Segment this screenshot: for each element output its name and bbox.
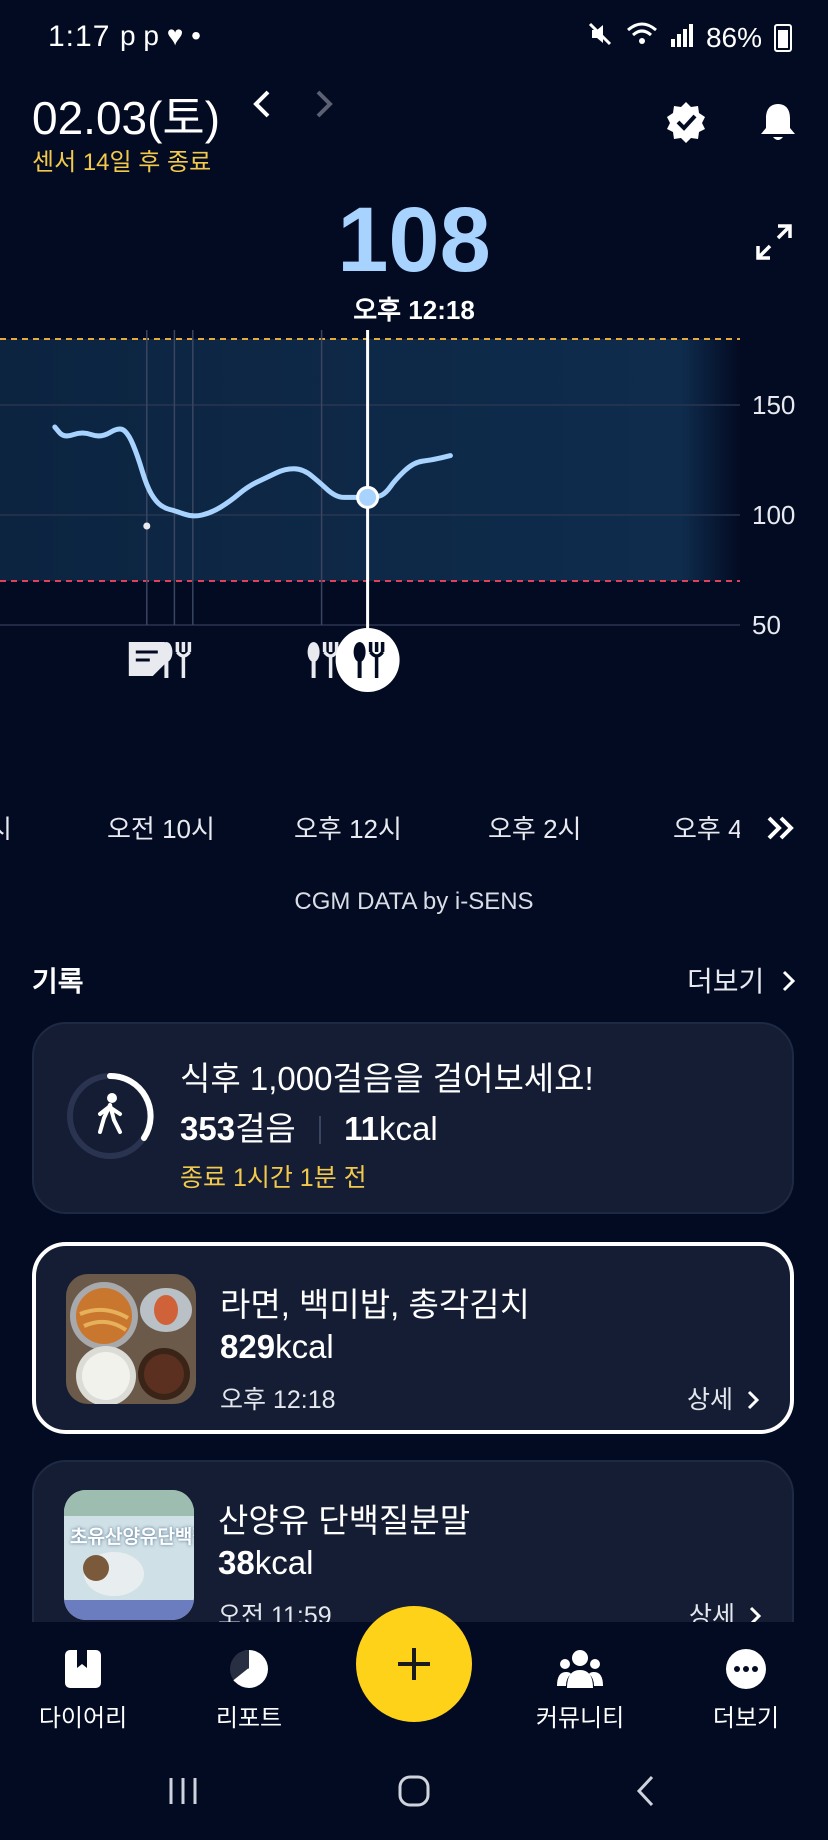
sensor-notice: 센서 14일 후 종료 bbox=[32, 149, 212, 176]
home-icon[interactable] bbox=[397, 1774, 431, 1808]
report-icon bbox=[179, 1646, 319, 1692]
selected-point[interactable] bbox=[356, 485, 380, 509]
recent-apps-icon[interactable] bbox=[166, 1774, 200, 1808]
plus-icon bbox=[398, 1648, 430, 1680]
bell-icon[interactable] bbox=[756, 100, 800, 149]
wifi-icon bbox=[626, 20, 658, 55]
status-right: 86% bbox=[586, 20, 792, 55]
fast-forward-icon[interactable] bbox=[766, 812, 796, 849]
meal-photo bbox=[66, 1274, 196, 1404]
system-nav-bar bbox=[0, 1760, 828, 1840]
meal-marker-icon[interactable] bbox=[335, 628, 400, 692]
diary-icon bbox=[13, 1646, 153, 1692]
meal-marker-icon[interactable] bbox=[160, 642, 192, 678]
glucose-time: 오후 12:18 bbox=[353, 295, 475, 325]
selected-marker-bg bbox=[335, 628, 400, 692]
mute-icon bbox=[586, 20, 614, 55]
meal-title: 산양유 단백질분말 bbox=[218, 1502, 471, 1539]
chevron-right-icon bbox=[749, 1606, 762, 1622]
meal-title: 라면, 백미밥, 총각김치 bbox=[220, 1286, 530, 1323]
meal-card-clip: 초유산양유단백질 산양유 단백질분말 38kcal 오전 11:59 상세 bbox=[0, 1460, 828, 1622]
glucose-chart[interactable]: 20015010050 시오전 10시오후 12시오후 2시오후 4시 bbox=[0, 330, 828, 850]
reading-dot bbox=[143, 522, 151, 530]
y-tick-label: 150 bbox=[752, 390, 795, 420]
meal-time: 오전 11:59 bbox=[218, 1602, 332, 1622]
walk-card-title: 식후 1,000걸음을 걸어보세요! bbox=[180, 1060, 594, 1097]
walk-progress-ring bbox=[64, 1070, 156, 1162]
community-icon bbox=[510, 1646, 650, 1692]
meal-photo-label: 초유산양유단백질 bbox=[70, 1527, 194, 1548]
nav-report-label: 리포트 bbox=[215, 1705, 283, 1732]
spoon-head bbox=[160, 642, 173, 662]
walking-person-icon bbox=[98, 1093, 122, 1134]
see-more-link[interactable]: 더보기 bbox=[687, 960, 798, 1000]
notification-icons: p p ♥ • bbox=[120, 20, 201, 51]
y-tick-label: 100 bbox=[752, 500, 795, 530]
chevron-left-icon[interactable] bbox=[250, 86, 274, 132]
current-glucose-value: 108 bbox=[337, 189, 491, 291]
meal-kcal: 829kcal bbox=[220, 1328, 334, 1366]
chevron-right-icon[interactable] bbox=[312, 86, 336, 132]
records-title: 기록 bbox=[32, 966, 84, 997]
fork-shape bbox=[322, 642, 339, 678]
back-icon[interactable] bbox=[632, 1774, 660, 1808]
chevron-right-icon bbox=[782, 970, 796, 992]
walk-kcal-value: 11 bbox=[344, 1110, 380, 1147]
nav-community[interactable]: 커뮤니티 bbox=[510, 1646, 650, 1733]
nav-diary[interactable]: 다이어리 bbox=[13, 1646, 153, 1733]
meal-time: 오후 12:18 bbox=[220, 1386, 336, 1414]
see-more-label: 더보기 bbox=[686, 966, 765, 997]
memo-marker-icon[interactable] bbox=[128, 642, 165, 676]
meal-card[interactable]: 라면, 백미밥, 총각김치 829kcal 오후 12:18 상세 bbox=[32, 1242, 794, 1434]
y-tick-label: 50 bbox=[752, 610, 781, 640]
meal-kcal-value: 829 bbox=[220, 1328, 276, 1365]
more-dots-icon bbox=[676, 1646, 816, 1692]
meal-detail-link[interactable]: 상세 bbox=[687, 1380, 760, 1416]
detail-label: 상세 bbox=[687, 1386, 734, 1414]
battery-icon bbox=[774, 23, 792, 52]
status-time: 1:17 bbox=[48, 20, 111, 53]
meal-card[interactable]: 초유산양유단백질 산양유 단백질분말 38kcal 오전 11:59 상세 bbox=[32, 1460, 794, 1622]
date-title[interactable]: 02.03(토) bbox=[32, 82, 220, 148]
walk-kcal-unit: kcal bbox=[379, 1110, 438, 1147]
cgm-data-credit: CGM DATA by i-SENS bbox=[294, 888, 534, 915]
meal-kcal-value: 38 bbox=[218, 1544, 255, 1581]
x-tick-label: 시 bbox=[0, 814, 12, 844]
meal-kcal: 38kcal bbox=[218, 1544, 313, 1582]
steps-value: 353 bbox=[180, 1110, 236, 1147]
add-record-button[interactable] bbox=[356, 1606, 472, 1722]
meal-marker-icon[interactable] bbox=[307, 642, 339, 678]
x-tick-label: 오후 2시 bbox=[488, 814, 581, 844]
steps-unit: 걸음 bbox=[235, 1110, 296, 1147]
walk-stats: 353걸음 11kcal bbox=[180, 1102, 438, 1150]
meal-kcal-unit: kcal bbox=[275, 1328, 334, 1365]
meal-photo: 초유산양유단백질 bbox=[64, 1490, 194, 1620]
nav-more-label: 더보기 bbox=[712, 1705, 780, 1732]
nav-community-label: 커뮤니티 bbox=[535, 1705, 625, 1732]
x-tick-label: 오후 12시 bbox=[294, 814, 402, 844]
spoon-head bbox=[353, 642, 366, 662]
x-tick-label: 오전 10시 bbox=[107, 814, 215, 844]
nav-report[interactable]: 리포트 bbox=[179, 1646, 319, 1733]
detail-label: 상세 bbox=[689, 1602, 736, 1622]
signal-icon bbox=[670, 22, 694, 54]
nav-diary-label: 다이어리 bbox=[38, 1705, 128, 1732]
meal-kcal-unit: kcal bbox=[254, 1544, 314, 1581]
nav-more[interactable]: 더보기 bbox=[676, 1646, 816, 1733]
spoon-head bbox=[307, 642, 320, 662]
chevron-right-icon bbox=[747, 1390, 760, 1410]
walk-status: 종료 1시간 1분 전 bbox=[180, 1164, 367, 1192]
fork-shape bbox=[175, 642, 192, 678]
battery-percent: 86% bbox=[705, 21, 762, 53]
meal-detail-link[interactable]: 상세 bbox=[689, 1596, 762, 1622]
verified-badge-icon[interactable] bbox=[664, 100, 708, 149]
target-range-band bbox=[0, 339, 740, 581]
walk-challenge-card[interactable]: 식후 1,000걸음을 걸어보세요! 353걸음 11kcal 종료 1시간 1… bbox=[32, 1022, 794, 1214]
divider bbox=[318, 1116, 321, 1144]
